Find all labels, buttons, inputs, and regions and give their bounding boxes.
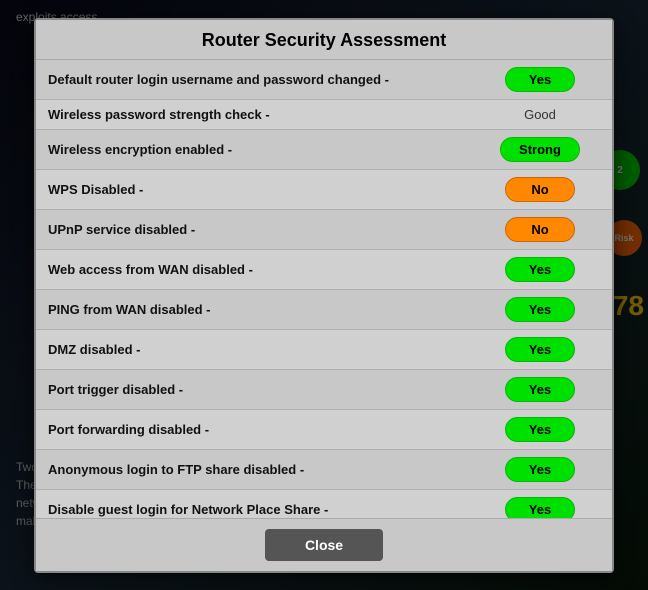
row-label: Default router login username and passwo…	[36, 60, 468, 100]
row-value: No	[468, 209, 612, 249]
status-badge: Yes	[505, 257, 575, 282]
row-label: PING from WAN disabled -	[36, 289, 468, 329]
row-label: Anonymous login to FTP share disabled -	[36, 449, 468, 489]
row-label: Wireless password strength check -	[36, 99, 468, 129]
row-value: Good	[468, 99, 612, 129]
row-label: DMZ disabled -	[36, 329, 468, 369]
status-badge: Yes	[505, 417, 575, 442]
status-badge: Yes	[505, 67, 575, 92]
status-badge: Strong	[500, 137, 580, 162]
modal-table: Default router login username and passwo…	[36, 60, 612, 518]
modal-footer: Close	[36, 518, 612, 571]
row-label: Wireless encryption enabled -	[36, 129, 468, 169]
table-row: Web access from WAN disabled - Yes	[36, 249, 612, 289]
status-badge: No	[505, 177, 575, 202]
row-value: Yes	[468, 489, 612, 518]
status-badge: Yes	[505, 337, 575, 362]
table-row: Port forwarding disabled - Yes	[36, 409, 612, 449]
table-row: DMZ disabled - Yes	[36, 329, 612, 369]
status-badge: Yes	[505, 497, 575, 518]
table-row: UPnP service disabled - No	[36, 209, 612, 249]
row-value: Yes	[468, 289, 612, 329]
row-value: Yes	[468, 409, 612, 449]
table-row: Disable guest login for Network Place Sh…	[36, 489, 612, 518]
table-row: PING from WAN disabled - Yes	[36, 289, 612, 329]
close-button[interactable]: Close	[265, 529, 383, 561]
row-value: Yes	[468, 329, 612, 369]
row-label: UPnP service disabled -	[36, 209, 468, 249]
status-badge: Yes	[505, 377, 575, 402]
table-row: WPS Disabled - No	[36, 169, 612, 209]
table-row: Default router login username and passwo…	[36, 60, 612, 100]
row-label: Port trigger disabled -	[36, 369, 468, 409]
table-row: Wireless encryption enabled - Strong	[36, 129, 612, 169]
status-badge: Yes	[505, 297, 575, 322]
table-row: Anonymous login to FTP share disabled - Y…	[36, 449, 612, 489]
row-value: No	[468, 169, 612, 209]
row-label: Web access from WAN disabled -	[36, 249, 468, 289]
row-label: Disable guest login for Network Place Sh…	[36, 489, 468, 518]
status-badge: No	[505, 217, 575, 242]
row-value: Yes	[468, 60, 612, 100]
modal-backdrop: Router Security Assessment Default route…	[0, 0, 648, 590]
status-badge: Yes	[505, 457, 575, 482]
row-value: Yes	[468, 449, 612, 489]
table-row: Wireless password strength check -Good	[36, 99, 612, 129]
modal-title: Router Security Assessment	[36, 20, 612, 60]
security-table: Default router login username and passwo…	[36, 60, 612, 518]
table-row: Port trigger disabled - Yes	[36, 369, 612, 409]
row-label: WPS Disabled -	[36, 169, 468, 209]
router-security-modal: Router Security Assessment Default route…	[34, 18, 614, 573]
row-value: Strong	[468, 129, 612, 169]
row-value: Yes	[468, 249, 612, 289]
row-value: Yes	[468, 369, 612, 409]
row-label: Port forwarding disabled -	[36, 409, 468, 449]
